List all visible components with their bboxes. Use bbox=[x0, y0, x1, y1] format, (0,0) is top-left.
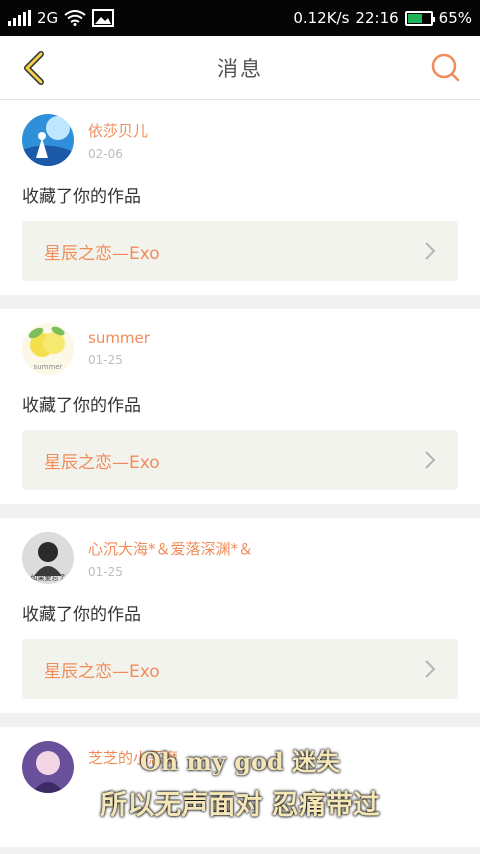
status-bar: 2G 0.12K/s 22:16 65% bbox=[0, 0, 480, 36]
username[interactable]: 依莎贝儿 bbox=[88, 120, 148, 141]
message-user-row[interactable]: summer summer 01-25 bbox=[22, 323, 458, 375]
avatar-caption: summer bbox=[34, 363, 63, 371]
message-action: 收藏了你的作品 bbox=[22, 187, 141, 207]
back-button[interactable] bbox=[14, 48, 54, 88]
battery-icon bbox=[404, 10, 435, 26]
message-action: 收藏了你的作品 bbox=[22, 605, 141, 625]
work-title: 星辰之恋—Exo bbox=[44, 452, 160, 473]
chevron-right-icon bbox=[425, 242, 436, 260]
status-right: 0.12K/s 22:16 65% bbox=[293, 9, 472, 27]
work-link[interactable]: 星辰之恋—Exo bbox=[22, 639, 458, 699]
battery-percent: 65% bbox=[438, 9, 472, 27]
avatar[interactable] bbox=[22, 741, 74, 793]
status-left: 2G bbox=[8, 9, 115, 27]
message-list: 依莎贝儿 02-06 收藏了你的作品 星辰之恋—Exo summer summe… bbox=[0, 100, 480, 847]
avatar[interactable] bbox=[22, 114, 74, 166]
wifi-icon bbox=[64, 10, 86, 26]
avatar-caption: 如果爱忘了 bbox=[31, 573, 66, 582]
message-user-row[interactable]: 芝芝的小恶魔 bbox=[22, 741, 458, 793]
message-user-row[interactable]: 如果爱忘了 心沉大海*＆爱落深渊*＆ 01-25 bbox=[22, 532, 458, 584]
work-link[interactable]: 星辰之恋—Exo bbox=[22, 221, 458, 281]
search-button[interactable] bbox=[426, 48, 466, 88]
work-link[interactable]: 星辰之恋—Exo bbox=[22, 430, 458, 490]
avatar[interactable]: 如果爱忘了 bbox=[22, 532, 74, 584]
chevron-right-icon bbox=[425, 660, 436, 678]
battery-level bbox=[407, 13, 422, 23]
message-date: 02-06 bbox=[88, 147, 123, 161]
avatar[interactable]: summer bbox=[22, 323, 74, 375]
network-speed: 0.12K/s bbox=[293, 9, 350, 27]
username[interactable]: 芝芝的小恶魔 bbox=[88, 747, 178, 768]
message-card: 芝芝的小恶魔 bbox=[0, 727, 480, 847]
message-user-row[interactable]: 依莎贝儿 02-06 bbox=[22, 114, 458, 166]
message-card: 如果爱忘了 心沉大海*＆爱落深渊*＆ 01-25 收藏了你的作品 星辰之恋—Ex… bbox=[0, 518, 480, 713]
network-type: 2G bbox=[37, 9, 59, 27]
message-card: summer summer 01-25 收藏了你的作品 星辰之恋—Exo bbox=[0, 309, 480, 504]
signal-icon bbox=[8, 10, 31, 26]
chevron-left-icon bbox=[24, 50, 44, 85]
message-date: 01-25 bbox=[88, 565, 123, 579]
work-title: 星辰之恋—Exo bbox=[44, 661, 160, 682]
message-date: 01-25 bbox=[88, 353, 123, 367]
page-title: 消息 bbox=[217, 56, 263, 81]
message-action: 收藏了你的作品 bbox=[22, 396, 141, 416]
username[interactable]: 心沉大海*＆爱落深渊*＆ bbox=[88, 538, 253, 559]
image-notification-icon bbox=[92, 9, 115, 27]
header: 消息 bbox=[0, 36, 480, 100]
username[interactable]: summer bbox=[88, 329, 150, 347]
chevron-right-icon bbox=[425, 451, 436, 469]
message-card: 依莎贝儿 02-06 收藏了你的作品 星辰之恋—Exo bbox=[0, 100, 480, 295]
search-icon bbox=[431, 53, 460, 81]
work-title: 星辰之恋—Exo bbox=[44, 243, 160, 264]
clock: 22:16 bbox=[355, 9, 399, 27]
